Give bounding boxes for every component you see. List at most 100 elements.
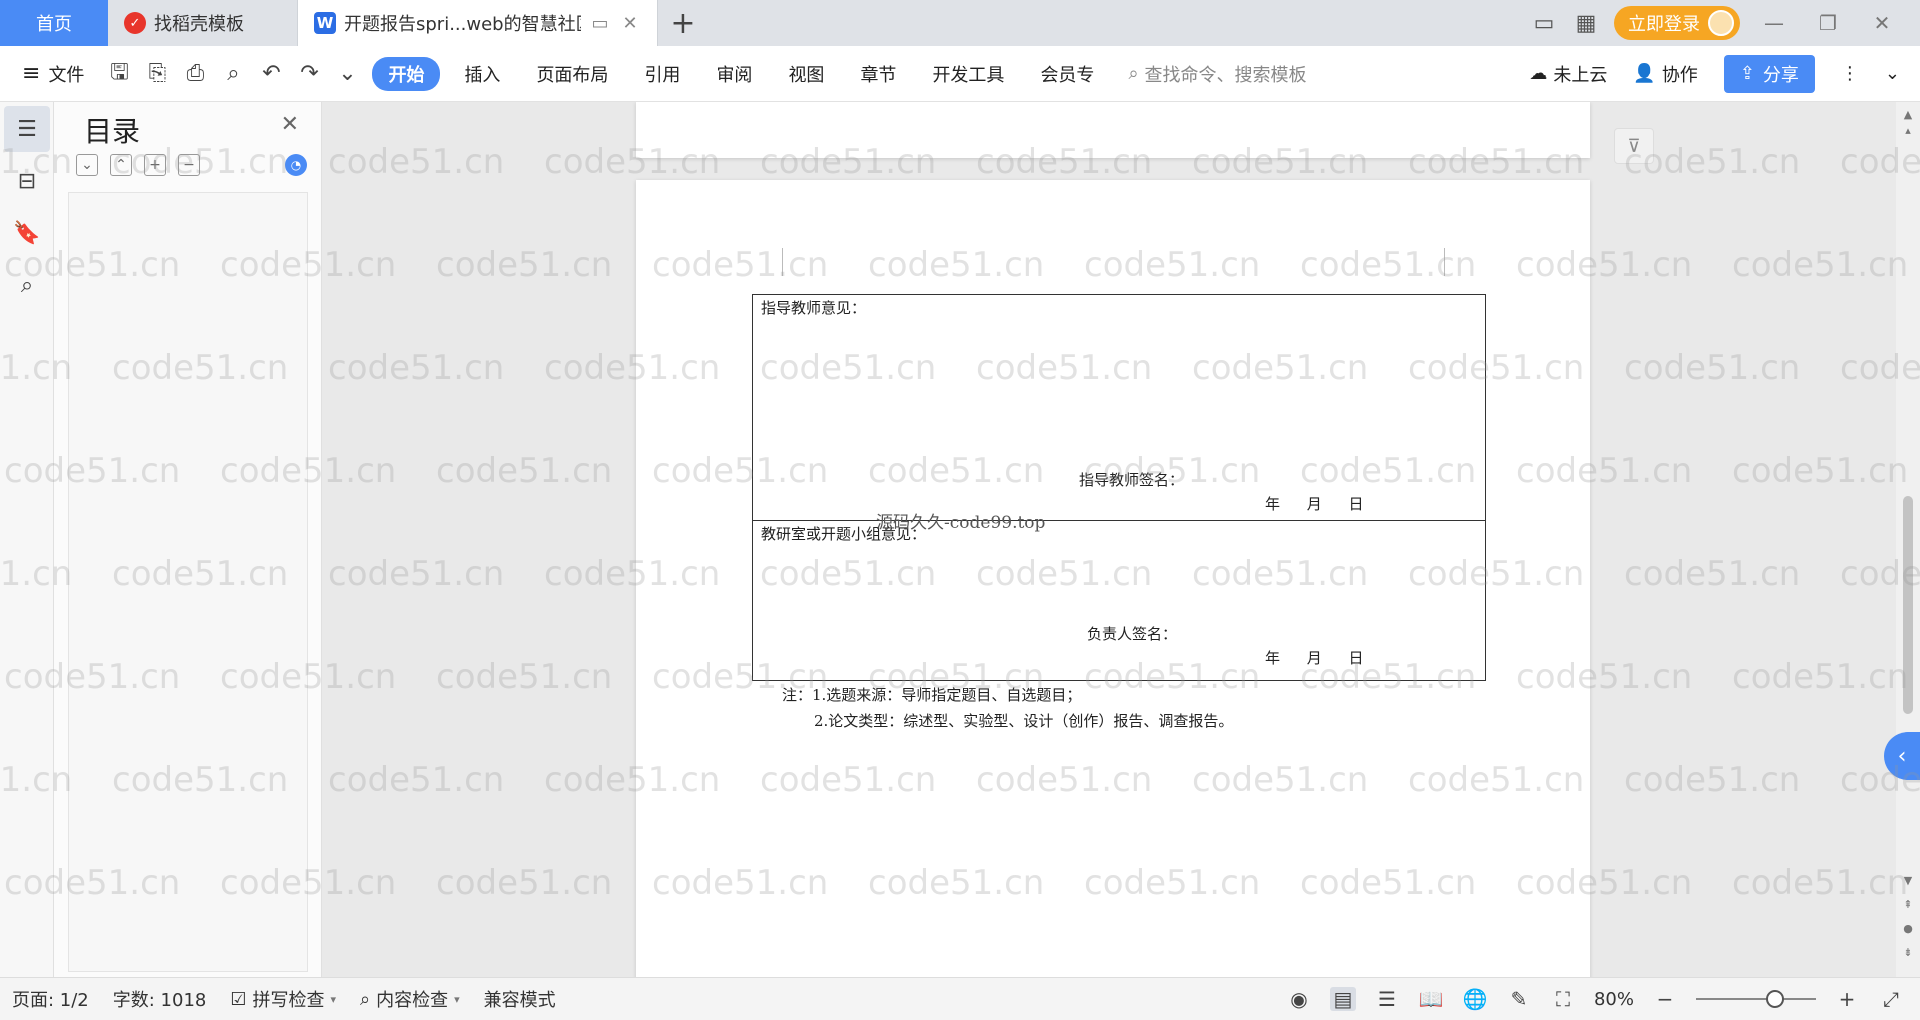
outline-view-icon[interactable]: ☰ <box>1374 987 1400 1011</box>
find-icon[interactable]: ⌕ <box>4 262 50 308</box>
tab-template[interactable]: ✓ 找稻壳模板 <box>108 0 298 46</box>
fit-page-icon[interactable]: ⛶ <box>1550 987 1576 1011</box>
monitor-icon[interactable]: ▭ <box>589 13 611 34</box>
customize-chevron-icon[interactable]: ⌄ <box>328 61 366 86</box>
document-canvas[interactable]: ⊽ 指导教师意见： 指导教师签名： 年 月 日 教研室或开题小组意见： 负责人签… <box>322 102 1896 977</box>
close-window-icon[interactable]: ✕ <box>1862 11 1902 35</box>
page-indicator-text: 页面: 1/2 <box>12 990 89 1011</box>
select-browse-icon[interactable]: ● <box>1896 922 1920 935</box>
tab-home[interactable]: 首页 <box>0 0 108 46</box>
collapse-ribbon-toggle-icon[interactable]: ⊽ <box>1614 128 1654 164</box>
zoom-slider-knob[interactable] <box>1766 990 1784 1008</box>
ribbon-tab-view[interactable]: 视图 <box>770 61 842 87</box>
left-rail: ☰ ⊟ 🔖 ⌕ <box>0 102 54 977</box>
share-button[interactable]: ⇪ 分享 <box>1723 54 1815 93</box>
more-options-icon[interactable]: ⋮ <box>1841 63 1859 84</box>
word-count[interactable]: 字数: 1018 <box>101 986 219 1012</box>
redo-icon[interactable]: ↷ <box>290 61 328 86</box>
page-view-icon[interactable]: ▤ <box>1329 987 1356 1011</box>
share-icon: ⇪ <box>1739 63 1755 84</box>
ribbon-tab-member[interactable]: 会员专 <box>1022 61 1112 87</box>
ribbon-tab-insert[interactable]: 插入 <box>446 61 518 87</box>
ribbon: ≡ 文件 🖫 ⎘ ⎙ ⌕ ↶ ↷ ⌄ 开始 插入 页面布局 引用 审阅 视图 章… <box>0 46 1920 102</box>
menu-icon: ≡ <box>22 61 41 86</box>
scroll-up-page-icon[interactable]: ▴ <box>1896 124 1920 137</box>
tab-home-label: 首页 <box>36 14 72 35</box>
navigation-tree-icon[interactable]: ⊟ <box>4 158 50 204</box>
collapse-ribbon-icon[interactable]: ⌄ <box>1885 63 1900 84</box>
write-mode-icon[interactable]: ✎ <box>1506 987 1532 1011</box>
scroll-thumb[interactable] <box>1903 496 1913 714</box>
prev-page-icon[interactable]: ⇞ <box>1896 898 1920 911</box>
add-heading-icon[interactable]: + <box>144 154 166 176</box>
advisor-opinion-cell[interactable]: 指导教师意见： 指导教师签名： 年 月 日 <box>752 294 1486 521</box>
bookmark-icon[interactable]: 🔖 <box>4 210 50 256</box>
reading-layout-icon[interactable]: ▭ <box>1530 11 1558 36</box>
scroll-up-icon[interactable]: ▲ <box>1896 108 1920 121</box>
cloud-status-label: 未上云 <box>1553 64 1608 86</box>
command-search[interactable]: ⌕ 查找命令、搜索模板 <box>1128 61 1306 87</box>
group-opinion-cell[interactable]: 教研室或开题小组意见： 负责人签名： 年 月 日 <box>752 520 1486 681</box>
expand-down-icon[interactable]: ⌄ <box>76 154 98 176</box>
smart-toc-icon[interactable]: ◔ <box>285 154 307 176</box>
next-page-icon[interactable]: ⇟ <box>1896 946 1920 959</box>
notes: 注：1.选题来源：导师指定题目、自选题目； 2.论文类型：综述型、实验型、设计（… <box>782 682 1233 734</box>
collab-label: 协作 <box>1661 64 1698 86</box>
close-icon[interactable]: ✕ <box>281 112 299 137</box>
ribbon-tab-home[interactable]: 开始 <box>372 56 441 91</box>
undo-icon[interactable]: ↶ <box>252 61 290 86</box>
content-check-button[interactable]: ⌕ 内容检查 ▾ <box>348 986 472 1012</box>
plus-icon: + <box>670 5 696 41</box>
docer-logo-icon: ✓ <box>124 12 146 34</box>
document-page[interactable]: 指导教师意见： 指导教师签名： 年 月 日 教研室或开题小组意见： 负责人签名：… <box>636 180 1590 977</box>
avatar <box>1708 10 1734 36</box>
collapse-up-icon[interactable]: ⌃ <box>110 154 132 176</box>
eye-protection-icon[interactable]: ◉ <box>1286 987 1312 1011</box>
zoom-slider[interactable] <box>1696 990 1816 1008</box>
minimize-icon[interactable]: — <box>1754 11 1794 35</box>
reading-view-icon[interactable]: 📖 <box>1418 987 1444 1011</box>
leader-date: 年 月 日 <box>1265 649 1364 667</box>
tab-document[interactable]: W 开题报告spri...web的智慧社区 ▭ ✕ <box>298 0 658 46</box>
ribbon-tab-layout[interactable]: 页面布局 <box>518 61 626 87</box>
ribbon-tab-developer[interactable]: 开发工具 <box>914 61 1022 87</box>
ribbon-tab-review[interactable]: 审阅 <box>698 61 770 87</box>
zoom-out-icon[interactable]: − <box>1652 987 1678 1011</box>
apps-grid-icon[interactable]: ▦ <box>1572 11 1600 36</box>
spell-check-button[interactable]: ☑ 拼写检查 ▾ <box>218 986 348 1012</box>
source-stamp: 源码久久-code99.top <box>876 513 1046 533</box>
new-tab-button[interactable]: + <box>658 0 708 46</box>
opinion-table: 指导教师意见： 指导教师签名： 年 月 日 教研室或开题小组意见： 负责人签名：… <box>752 294 1486 681</box>
previous-page <box>636 102 1590 158</box>
writer-logo-icon: W <box>314 12 336 34</box>
file-menu[interactable]: ≡ 文件 <box>0 61 100 87</box>
ribbon-tab-references[interactable]: 引用 <box>626 61 698 87</box>
leader-sign-label: 负责人签名： <box>1087 625 1178 643</box>
web-view-icon[interactable]: 🌐 <box>1462 987 1488 1011</box>
content-check-icon: ⌕ <box>360 988 371 1010</box>
advisor-opinion-label: 指导教师意见： <box>761 299 867 317</box>
close-tab-icon[interactable]: ✕ <box>619 13 641 34</box>
export-icon[interactable]: ⎘ <box>138 61 176 86</box>
collab-button[interactable]: 👤 协作 <box>1633 61 1697 87</box>
zoom-level[interactable]: 80% <box>1594 989 1634 1010</box>
content-check-label: 内容检查 <box>376 990 449 1011</box>
page-indicator[interactable]: 页面: 1/2 <box>0 986 101 1012</box>
print-icon[interactable]: ⎙ <box>176 61 214 86</box>
fullscreen-icon[interactable]: ⤢ <box>1878 987 1904 1011</box>
login-button[interactable]: 立即登录 <box>1614 6 1740 40</box>
scroll-down-icon[interactable]: ▼ <box>1896 874 1920 887</box>
toc-list[interactable] <box>68 192 308 972</box>
save-icon[interactable]: 🖫 <box>100 55 138 93</box>
tab-document-title: 开题报告spri...web的智慧社区 <box>344 14 581 35</box>
restore-icon[interactable]: ❐ <box>1808 11 1848 35</box>
toc-icon[interactable]: ☰ <box>4 106 50 152</box>
zoom-in-icon[interactable]: + <box>1834 987 1860 1011</box>
print-preview-icon[interactable]: ⌕ <box>214 61 252 86</box>
toc-panel: 目录 ✕ ⌄ ⌃ + − ◔ <box>54 102 322 977</box>
page-corner-mark <box>1444 248 1445 276</box>
vertical-scrollbar[interactable]: ▲ ▴ ▼ ⇞ ● ⇟ <box>1896 102 1920 977</box>
remove-heading-icon[interactable]: − <box>178 154 200 176</box>
ribbon-tab-chapter[interactable]: 章节 <box>842 61 914 87</box>
cloud-status[interactable]: ☁ 未上云 <box>1529 61 1607 87</box>
